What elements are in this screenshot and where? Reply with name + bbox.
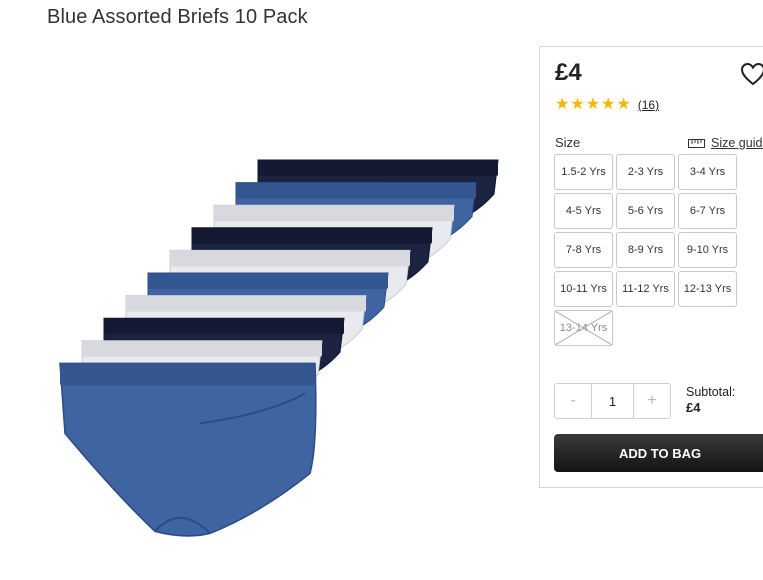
size-option[interactable]: 7-8 Yrs: [554, 232, 613, 268]
size-option: 13-14 Yrs: [554, 310, 613, 346]
briefs-illustration: [59, 159, 499, 537]
ruler-icon: [688, 138, 705, 148]
star-icon: ★: [585, 96, 601, 113]
size-option[interactable]: 4-5 Yrs: [554, 193, 613, 229]
add-to-bag-button[interactable]: ADD TO BAG: [554, 434, 763, 472]
product-price: £4: [555, 59, 582, 86]
size-option[interactable]: 1.5-2 Yrs: [554, 154, 613, 190]
star-icon: ★: [570, 96, 585, 113]
size-label: Size: [555, 135, 581, 150]
size-option-label: 10-11 Yrs: [560, 283, 607, 295]
purchase-panel: £4 ★ ★ ★ ★ ★ (16) Size Size guide 1.5-2 …: [539, 46, 763, 488]
size-option-label: 4-5 Yrs: [565, 205, 602, 217]
decrease-quantity-button[interactable]: -: [555, 384, 591, 418]
size-guide-link[interactable]: Size guide: [688, 136, 763, 150]
size-guide-label: Size guide: [711, 136, 763, 150]
increase-quantity-button[interactable]: +: [634, 384, 670, 418]
size-option-label: 5-6 Yrs: [627, 205, 664, 217]
review-count-link[interactable]: (16): [638, 98, 659, 112]
size-option-label: 12-13 Yrs: [683, 283, 732, 295]
size-options: 1.5-2 Yrs 2-3 Yrs 3-4 Yrs 4-5 Yrs 5-6 Yrs 6-7…: [554, 154, 737, 346]
subtotal-amount: £4: [686, 400, 701, 415]
quantity-input[interactable]: [591, 384, 634, 418]
quantity-stepper[interactable]: - +: [554, 383, 671, 419]
size-option[interactable]: 10-11 Yrs: [554, 271, 613, 307]
size-option-label: 6-7 Yrs: [689, 205, 726, 217]
product-title: Blue Assorted Briefs 10 Pack: [47, 6, 308, 28]
heart-outline-icon: [740, 62, 763, 86]
subtotal-label: Subtotal:: [686, 385, 736, 399]
size-option[interactable]: 2-3 Yrs: [616, 154, 675, 190]
star-icon: ★: [601, 96, 616, 113]
star-icon: ★: [555, 96, 570, 113]
subtotal: Subtotal: £4: [686, 384, 735, 416]
size-option[interactable]: 12-13 Yrs: [678, 271, 737, 307]
size-option-label: 9-10 Yrs: [686, 244, 729, 256]
size-option[interactable]: 9-10 Yrs: [678, 232, 737, 268]
size-option-label: 2-3 Yrs: [627, 166, 664, 178]
size-option-label: 7-8 Yrs: [565, 244, 602, 256]
size-option-label: 8-9 Yrs: [627, 244, 664, 256]
product-rating: ★ ★ ★ ★ ★ (16): [555, 97, 659, 113]
brief-item: [59, 362, 317, 537]
size-option-label: 1.5-2 Yrs: [561, 166, 606, 178]
size-option-label: 11-12 Yrs: [622, 283, 669, 295]
unavailable-cross-icon: [555, 311, 612, 345]
product-image[interactable]: [55, 150, 505, 550]
wishlist-button[interactable]: [740, 62, 763, 86]
size-option[interactable]: 5-6 Yrs: [616, 193, 675, 229]
size-option-label: 3-4 Yrs: [689, 166, 726, 178]
size-option[interactable]: 3-4 Yrs: [678, 154, 737, 190]
size-option[interactable]: 8-9 Yrs: [616, 232, 675, 268]
size-option[interactable]: 6-7 Yrs: [678, 193, 737, 229]
star-icon: ★: [616, 96, 631, 113]
size-option[interactable]: 11-12 Yrs: [616, 271, 675, 307]
